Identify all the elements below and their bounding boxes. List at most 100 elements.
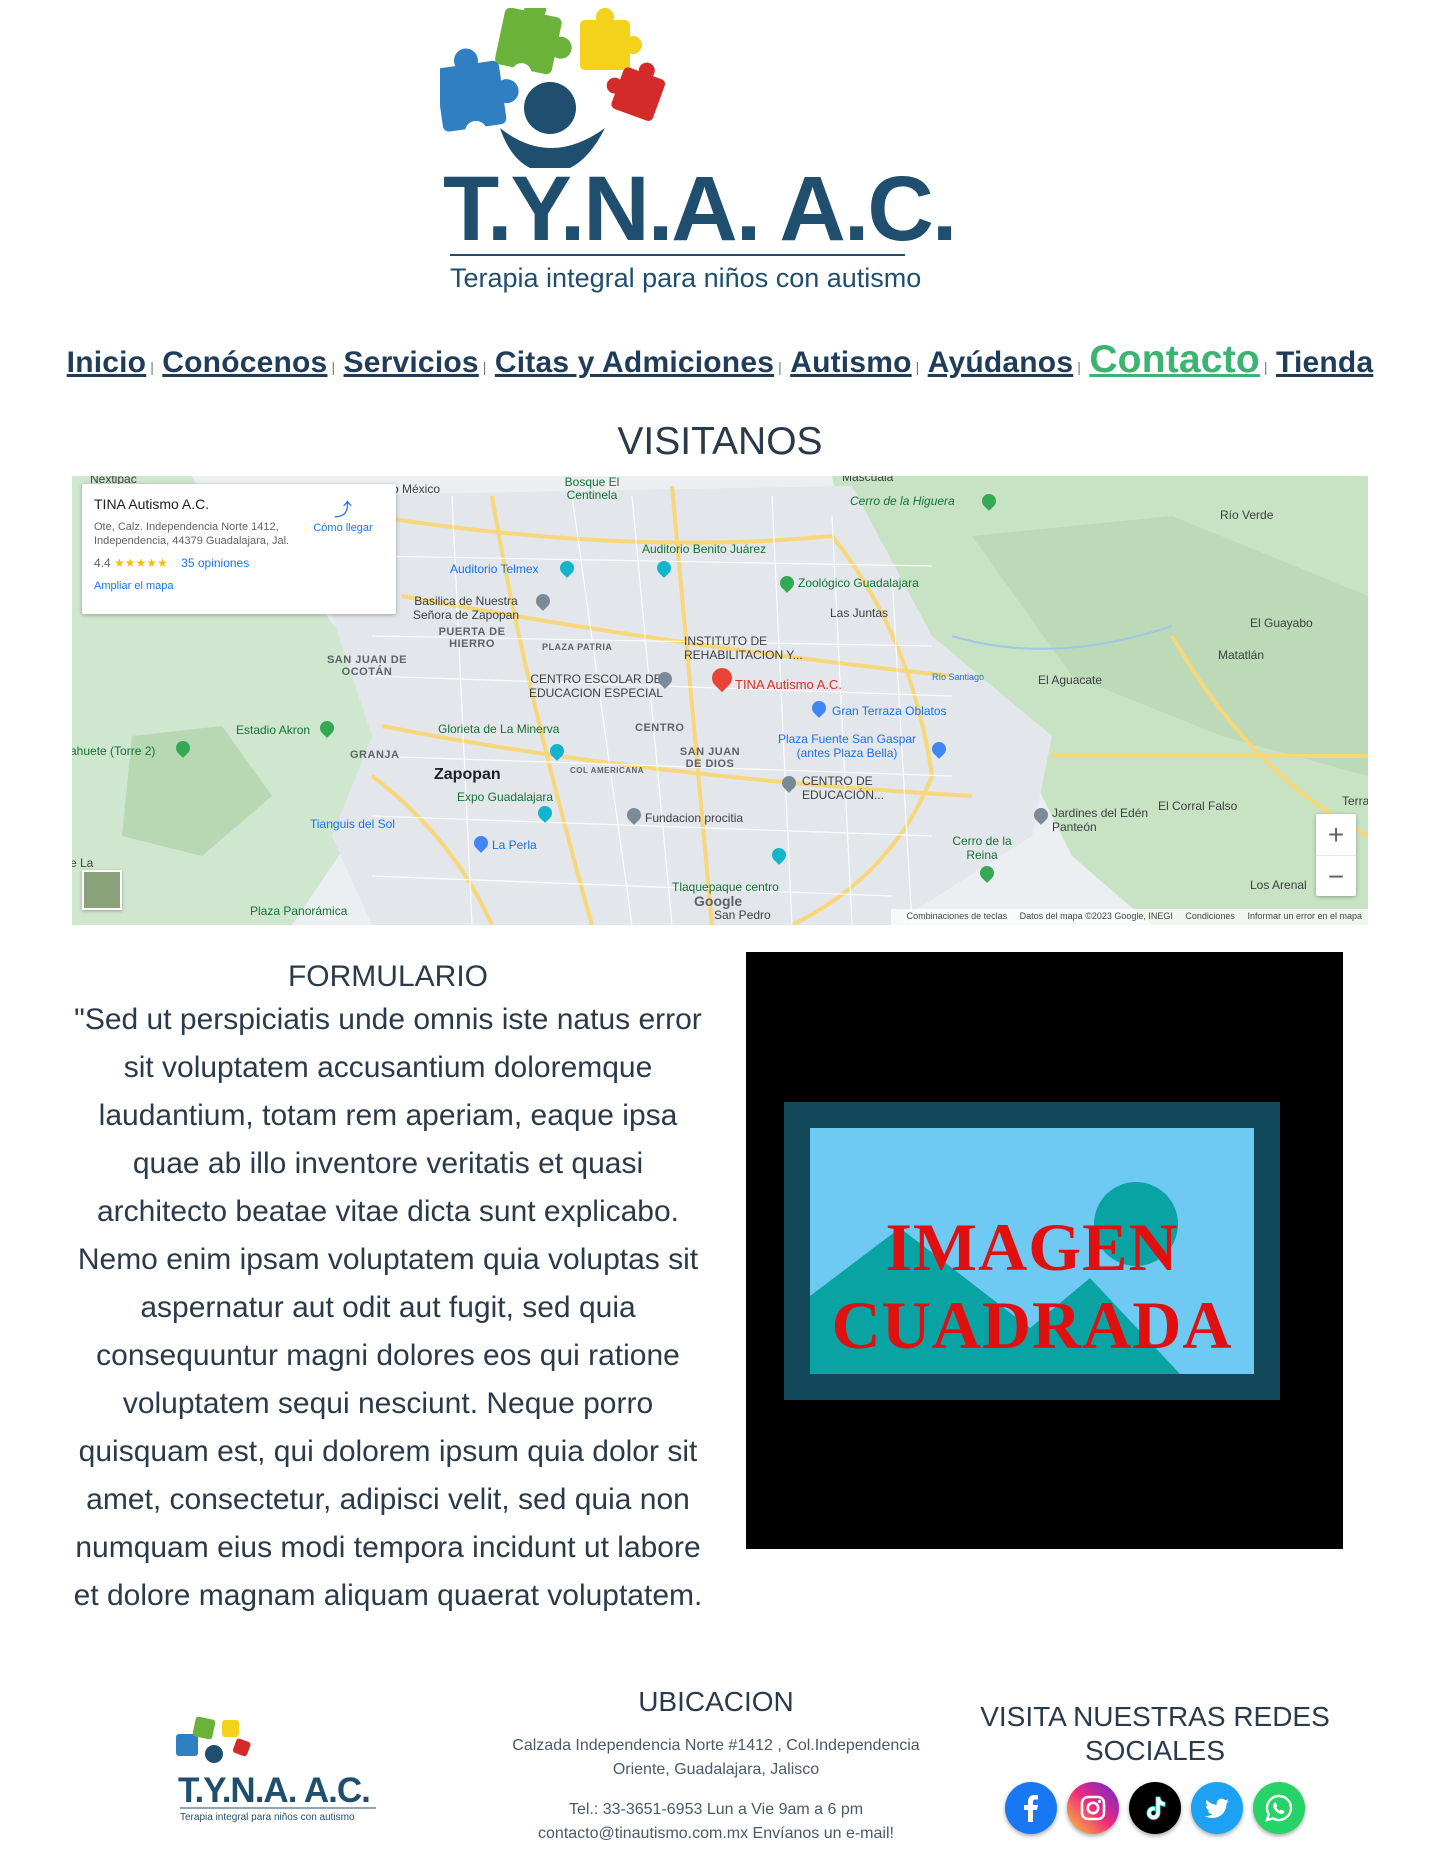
map-label: Glorieta de La Minerva: [438, 722, 560, 736]
rating-value: 4.4: [94, 556, 111, 570]
map-label: Gran Terraza Oblatos: [832, 704, 947, 718]
zoom-in-button[interactable]: +: [1316, 814, 1356, 855]
map-label: Plaza Fuente San Gaspar (antes Plaza Bel…: [777, 732, 917, 760]
nav-link-ayudanos[interactable]: Ayúdanos: [928, 346, 1074, 379]
footer-address: Calzada Independencia Norte #1412 , Col.…: [512, 1737, 920, 1778]
location-heading: UBICACION: [638, 1686, 794, 1717]
map-label: CENTRO: [635, 722, 685, 734]
map-label: Tianguis del Sol: [310, 817, 395, 831]
nav-link-conocenos[interactable]: Conócenos: [162, 346, 327, 379]
map-label: CENTRO DE EDUCACIÓN...: [802, 774, 885, 802]
map-label: Zapopan: [434, 766, 501, 783]
map-label: El Corral Falso: [1158, 799, 1238, 813]
footer-logo[interactable]: T.Y.N.A. A.C. Terapia integral para niño…: [176, 1716, 386, 1826]
nav-separator: |: [778, 359, 782, 375]
visit-heading: VISITANOS: [617, 420, 823, 463]
nav-link-tienda[interactable]: Tienda: [1276, 346, 1373, 379]
map-label: Cerro de la Higuera: [850, 494, 955, 508]
reviews-link[interactable]: 35 opiniones: [181, 556, 249, 570]
zoom-out-button[interactable]: −: [1316, 855, 1356, 896]
form-body-text: "Sed ut perspiciatis unde omnis iste nat…: [73, 1003, 703, 1612]
nav-link-inicio[interactable]: Inicio: [67, 346, 147, 379]
map-place-card: TINA Autismo A.C. Ote, Calz. Independenc…: [82, 484, 396, 614]
placeholder-image: IMAGEN CUADRADA: [746, 952, 1343, 1549]
map-label: San Pedro: [714, 908, 771, 922]
map-label: COL AMERICANA: [570, 766, 645, 775]
placeholder-picture: IMAGEN CUADRADA: [810, 1128, 1254, 1374]
satellite-toggle-button[interactable]: [82, 870, 122, 910]
google-map-embed[interactable]: Nextipac o México Bosque El Centinela Ma…: [72, 476, 1368, 925]
twitter-icon[interactable]: [1191, 1782, 1243, 1834]
map-label: Matatlán: [1218, 648, 1265, 662]
report-error-link[interactable]: Informar un error en el mapa: [1247, 911, 1362, 921]
location-block: UBICACION Calzada Independencia Norte #1…: [500, 1686, 932, 1846]
instagram-icon[interactable]: [1067, 1782, 1119, 1834]
map-label: CENTRO ESCOLAR DE EDUCACION ESPECIAL: [528, 672, 664, 700]
map-label: Los Arenal: [1250, 878, 1307, 892]
map-label: INSTITUTO DE REHABILITACION Y...: [684, 634, 803, 662]
map-label: El Guayabo: [1250, 616, 1313, 630]
map-label: PLAZA PATRIA: [542, 642, 613, 652]
keyboard-shortcuts-link[interactable]: Combinaciones de teclas: [907, 911, 1008, 921]
map-label: El Aguacate: [1038, 673, 1103, 687]
map-zoom-control: + −: [1316, 814, 1356, 896]
svg-text:Terapia integral para niños co: Terapia integral para niños con autismo: [180, 1812, 355, 1823]
yellow-puzzle-piece-icon: [580, 8, 642, 70]
placeholder-caption-line: CUADRADA: [831, 1287, 1233, 1363]
nav-separator: |: [482, 359, 487, 375]
place-address: Ote, Calz. Independencia Norte 1412, Ind…: [94, 521, 290, 547]
map-label: Auditorio Benito Juárez: [642, 542, 767, 556]
tiktok-icon[interactable]: [1129, 1782, 1181, 1834]
nav-link-citas[interactable]: Citas y Admiciones: [495, 346, 774, 379]
nav-link-autismo[interactable]: Autismo: [790, 346, 911, 379]
map-label: La Perla: [492, 838, 537, 852]
footer-logo-graphic: T.Y.N.A. A.C. Terapia integral para niño…: [176, 1716, 376, 1823]
svg-text:T.Y.N.A. A.C.: T.Y.N.A. A.C.: [178, 1771, 370, 1810]
puzzle-logo-graphic: T.Y.N.A. A.C. Terapia integral para niño…: [435, 0, 957, 293]
nav-separator: |: [331, 359, 336, 375]
map-label: Las Juntas: [830, 606, 889, 620]
social-heading: VISITA NUESTRAS REDES SOCIALES: [980, 1701, 1330, 1766]
map-label: Tlaquepaque centro: [672, 880, 779, 894]
rating-stars-icon: ★★★★★: [114, 556, 168, 570]
terms-link[interactable]: Condiciones: [1185, 911, 1235, 921]
nav-link-contacto[interactable]: Contacto: [1089, 338, 1260, 381]
map-label: SAN JUAN DE DIOS: [679, 746, 741, 770]
map-label: Río Verde: [1220, 508, 1274, 522]
nav-separator: |: [1263, 359, 1268, 375]
map-label: PUERTA DE HIERRO: [438, 626, 506, 650]
form-heading: FORMULARIO: [287, 960, 488, 993]
map-label: Río Santiago: [932, 672, 985, 682]
map-label: o México: [392, 482, 441, 496]
social-block: VISITA NUESTRAS REDES SOCIALES: [960, 1700, 1350, 1834]
map-label: GRANJA: [350, 749, 400, 761]
site-logo[interactable]: T.Y.N.A. A.C. Terapia integral para niño…: [435, 0, 1020, 298]
map-label: Cerro de la Reina: [952, 834, 1012, 862]
map-label: Fundacion procitia: [645, 811, 744, 825]
nav-separator: |: [150, 359, 154, 375]
whatsapp-icon[interactable]: [1253, 1782, 1305, 1834]
place-rating: 4.4 ★★★★★ 35 opiniones: [94, 556, 384, 570]
map-label: Plaza Panorámica: [250, 904, 348, 918]
map-label: Basilica de Nuestra Señora de Zapopan: [412, 594, 520, 622]
nav-link-servicios[interactable]: Servicios: [344, 346, 479, 379]
social-icons: [960, 1782, 1350, 1834]
directions-button[interactable]: ⤴ Cómo llegar: [308, 496, 378, 534]
main-navigation: Inicio | Conócenos | Servicios | Citas y Ad…: [0, 338, 1440, 382]
facebook-icon[interactable]: [1005, 1782, 1057, 1834]
map-label: Terra: [1342, 794, 1368, 808]
map-pin-label: TINA Autismo A.C.: [735, 677, 842, 692]
map-label: Zoológico Guadalajara: [798, 576, 919, 590]
enlarge-map-link[interactable]: Ampliar el mapa: [94, 580, 384, 592]
map-label: SAN JUAN DE OCOTÁN: [326, 654, 408, 678]
placeholder-caption-line: IMAGEN: [885, 1209, 1179, 1285]
map-attribution: Combinaciones de teclas Datos del mapa ©…: [890, 909, 1368, 925]
footer-contact: Tel.: 33-3651-6953 Lun a Vie 9am a 6 pm …: [538, 1801, 894, 1842]
google-logo: Google: [694, 893, 743, 909]
directions-label: Cómo llegar: [313, 522, 373, 534]
placeholder-caption: IMAGEN CUADRADA: [810, 1208, 1254, 1364]
map-label: Auditorio Telmex: [450, 562, 539, 576]
map-label: ahuete (Torre 2): [72, 744, 156, 758]
svg-text:T.Y.N.A. A.C.: T.Y.N.A. A.C.: [443, 158, 955, 260]
map-label: Estadio Akron: [236, 723, 311, 737]
